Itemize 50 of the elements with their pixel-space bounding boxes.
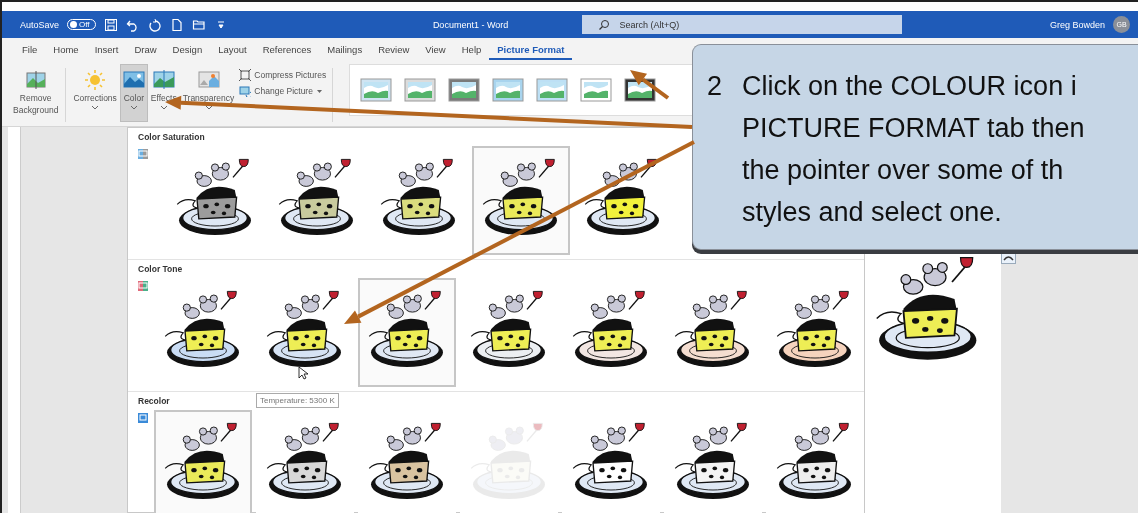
window-title: Document1 - Word (431, 19, 510, 30)
mouse-pointer-icon (298, 366, 309, 380)
save-icon[interactable] (103, 17, 118, 32)
ribbon-tab[interactable]: Mailings (319, 40, 371, 60)
ribbon-tab[interactable]: Picture Format (489, 40, 573, 60)
instruction-line: the pointer over some of th (742, 154, 1065, 187)
step-number: 2 (707, 70, 723, 103)
section-heading: Color Saturation (138, 132, 205, 142)
instruction-line: PICTURE FORMAT tab then (742, 112, 1085, 145)
section-heading: Color Tone (138, 264, 183, 274)
tooltip: Temperature: 5300 K (256, 393, 339, 408)
saturation-swatch-icon (138, 148, 148, 160)
tone-swatch-icon (138, 280, 148, 292)
landscape-picture-icon (152, 69, 175, 91)
change-picture-button[interactable]: Change Picture (237, 84, 329, 98)
ribbon-tab[interactable]: Draw (126, 40, 165, 60)
open-folder-icon[interactable] (191, 17, 206, 32)
ribbon-tab[interactable]: View (417, 40, 454, 60)
ribbon-tab[interactable]: Insert (86, 40, 127, 60)
remove-background-button[interactable]: Remove Background (10, 64, 62, 122)
corrections-button[interactable]: Corrections (70, 64, 120, 122)
ribbon-tab[interactable]: Home (45, 40, 87, 60)
sun-icon (84, 69, 107, 91)
color-option[interactable] (472, 146, 570, 255)
ribbon-tab[interactable]: Layout (210, 40, 255, 60)
recolor-swatch-icon (138, 412, 148, 424)
color-option[interactable] (154, 410, 252, 513)
color-option[interactable] (358, 278, 456, 387)
ribbon-tab[interactable]: Design (164, 40, 211, 60)
picture-cut-icon (24, 69, 47, 91)
user-name: Greg Bowden (1049, 19, 1105, 30)
color-button[interactable]: Color (119, 64, 148, 122)
autosave-label: AutoSave (20, 19, 60, 30)
ribbon-tab[interactable]: Help (453, 40, 490, 60)
ribbon-tab[interactable]: Review (370, 40, 418, 60)
swap-picture-icon (239, 85, 252, 97)
transparency-button[interactable]: Transparency (179, 64, 238, 122)
landscape-picture-icon (122, 69, 145, 91)
instruction-line: Click on the COLOUR icon i (742, 70, 1078, 103)
compress-pictures-button[interactable]: Compress Pictures (237, 68, 329, 82)
new-document-icon[interactable] (169, 17, 184, 32)
instruction-line: styles and select one. (742, 196, 1003, 229)
ribbon-tab[interactable]: File (14, 40, 46, 60)
ribbon-tab[interactable]: References (254, 40, 320, 60)
faded-picture-icon (197, 69, 220, 91)
search-field[interactable]: Search (Alt+Q) (581, 15, 902, 34)
search-icon (597, 19, 610, 31)
redo-icon[interactable] (147, 17, 162, 32)
compress-icon (239, 69, 252, 81)
section-heading: Recolor (138, 396, 170, 406)
